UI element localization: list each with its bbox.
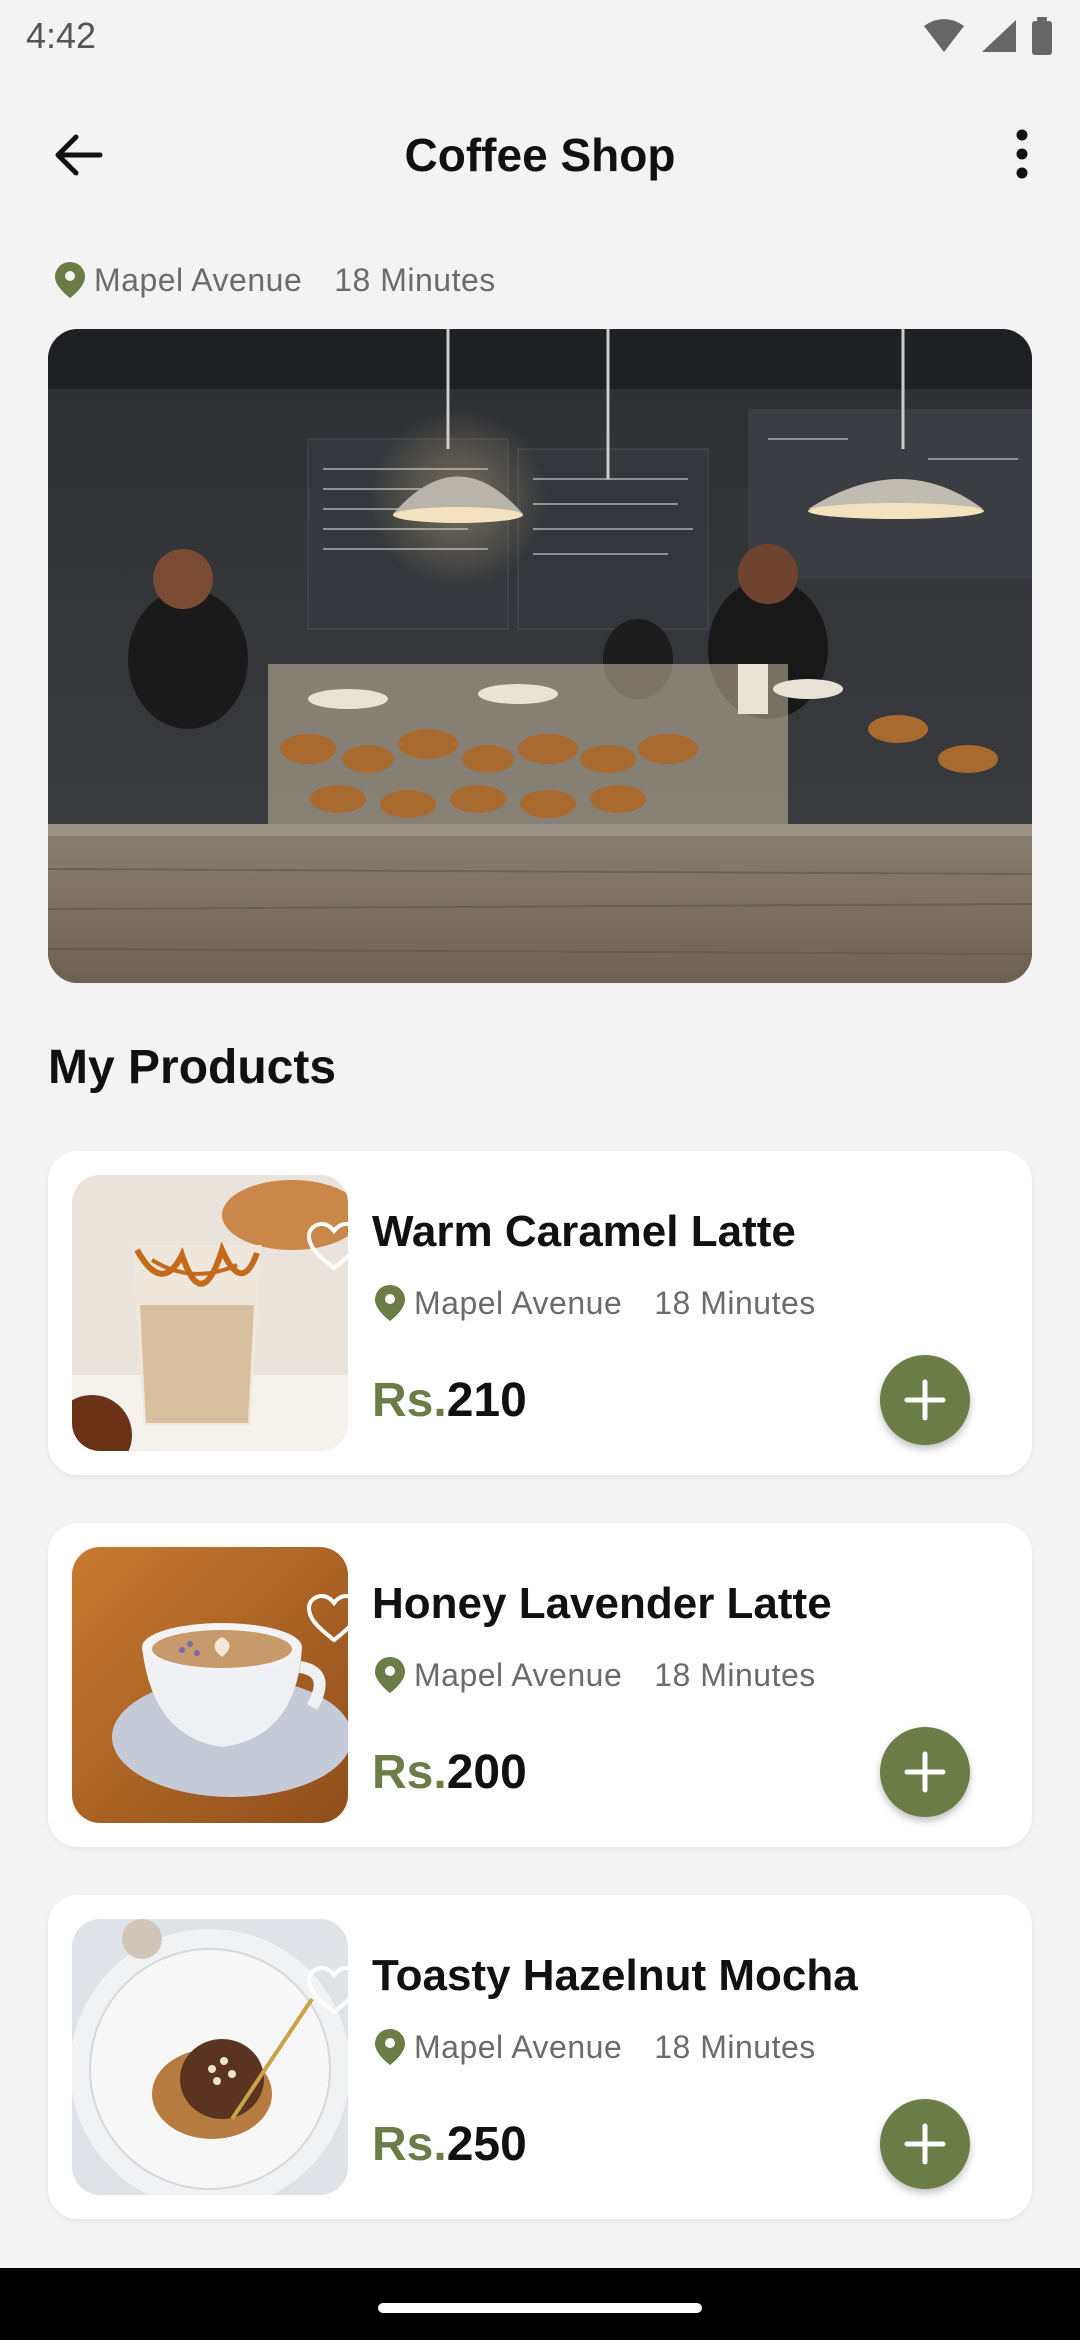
favorite-button[interactable] [304,1217,364,1277]
product-name: Honey Lavender Latte [372,1579,832,1628]
product-location: Mapel Avenue [414,1656,623,1693]
product-card[interactable]: Toasty Hazelnut Mocha Mapel Avenue 18 Mi… [48,1895,1032,2219]
add-to-cart-button[interactable] [880,2099,970,2189]
shop-location: Mapel Avenue [94,261,303,298]
heart-outline-icon [306,1966,362,2015]
signal-icon [982,20,1016,52]
product-card[interactable]: Honey Lavender Latte Mapel Avenue 18 Min… [48,1523,1032,1847]
favorite-button[interactable] [304,1961,364,2021]
battery-icon [1032,17,1052,55]
product-price: Rs.250 [372,2117,527,2172]
location-pin-icon [375,1285,405,1321]
status-time: 4:42 [26,15,97,56]
location-pin-icon [375,1657,405,1693]
product-meta: Mapel Avenue 18 Minutes [372,2027,816,2067]
product-price: Rs.210 [372,1373,527,1428]
back-button[interactable] [50,127,106,183]
plus-icon [904,2123,946,2165]
price-value: 250 [446,2118,527,2171]
wifi-icon [924,19,964,52]
product-time: 18 Minutes [654,2028,816,2065]
product-name: Warm Caramel Latte [372,1207,796,1256]
location-pin-icon [55,262,85,298]
heart-outline-icon [306,1222,362,1271]
home-gesture-handle[interactable] [378,2303,702,2313]
section-title: My Products [48,1041,337,1094]
shop-hero-image [48,329,1032,983]
product-time: 18 Minutes [654,1284,816,1321]
status-icons [922,17,1054,55]
product-price: Rs.200 [372,1745,527,1800]
status-bar: 4:42 [0,0,1080,72]
price-currency: Rs. [372,2118,447,2171]
plus-icon [904,1379,946,1421]
page-title: Coffee Shop [404,129,676,181]
product-location: Mapel Avenue [414,1284,623,1321]
more-vert-icon [1016,129,1028,179]
price-currency: Rs. [372,1746,447,1799]
price-currency: Rs. [372,1374,447,1427]
product-name: Toasty Hazelnut Mocha [372,1951,858,2000]
price-value: 200 [446,1746,527,1799]
product-time: 18 Minutes [654,1656,816,1693]
back-arrow-icon [55,134,103,176]
product-meta: Mapel Avenue 18 Minutes [372,1655,816,1695]
product-location: Mapel Avenue [414,2028,623,2065]
product-meta: Mapel Avenue 18 Minutes [372,1283,816,1323]
price-value: 210 [446,1374,527,1427]
add-to-cart-button[interactable] [880,1355,970,1445]
add-to-cart-button[interactable] [880,1727,970,1817]
plus-icon [904,1751,946,1793]
product-card[interactable]: Warm Caramel Latte Mapel Avenue 18 Minut… [48,1151,1032,1475]
shop-delivery-time: 18 Minutes [334,261,496,298]
heart-outline-icon [306,1594,362,1643]
more-options-button[interactable] [992,124,1052,184]
shop-location-row: Mapel Avenue 18 Minutes [52,255,496,305]
favorite-button[interactable] [304,1589,364,1649]
app-bar: Coffee Shop [0,100,1080,210]
location-pin-icon [375,2029,405,2065]
